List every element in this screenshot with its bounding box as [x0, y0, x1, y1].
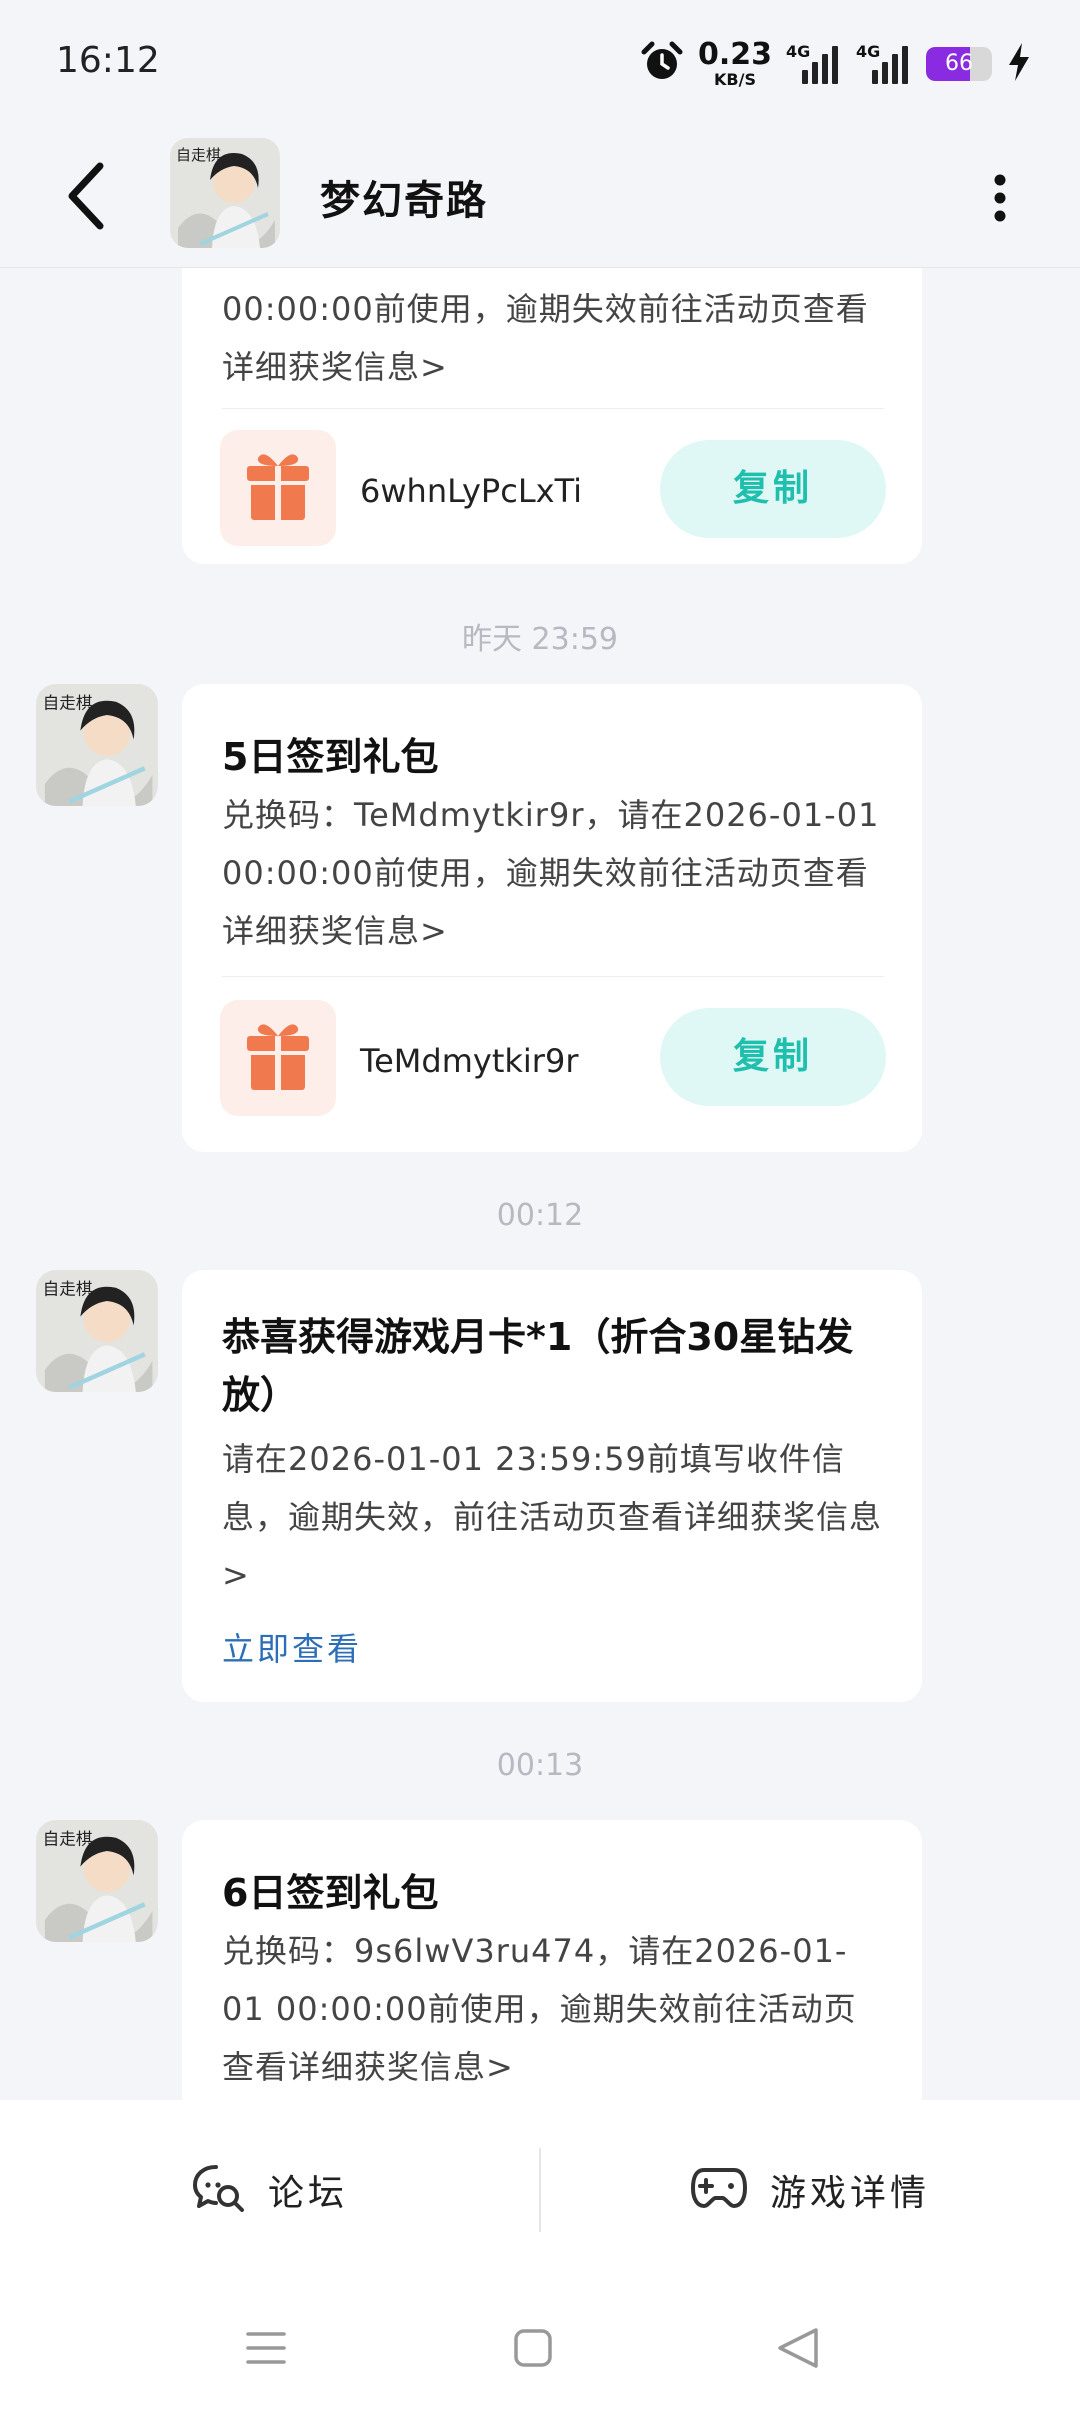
message-card: 5日签到礼包 兑换码：TeMdmytkir9r，请在2026-01-01 00:… — [182, 684, 922, 1152]
copy-button[interactable]: 复制 — [660, 1008, 886, 1106]
back-arrow-icon — [68, 162, 104, 230]
tab-forum-label: 论坛 — [267, 2173, 348, 2214]
svg-text:自走棋: 自走棋 — [43, 693, 93, 712]
home-square-icon — [514, 2329, 552, 2367]
message-text: 00:00:00前使用，逾期失效前往活动页查看详细获奖信息> — [222, 290, 869, 386]
tab-game-details-label: 游戏详情 — [769, 2173, 930, 2214]
message-title: 6日签到礼包 — [222, 1871, 439, 1915]
redeem-code: 6whnLyPcLxTi — [360, 472, 583, 510]
tab-forum[interactable]: 论坛 — [0, 2100, 540, 2280]
home-button[interactable] — [492, 2308, 572, 2388]
message-text: 请在2026-01-01 23:59:59前填写收件信息，逾期失效，前往活动页查… — [222, 1440, 883, 1594]
more-options-button[interactable] — [980, 168, 1020, 228]
tab-game-details[interactable]: 游戏详情 — [540, 2100, 1080, 2280]
signal-icon: 4G — [856, 42, 912, 84]
gift-icon — [220, 1000, 336, 1116]
forum-icon — [192, 2163, 246, 2217]
network-speed: 0.23 KB/S — [697, 37, 772, 89]
back-button[interactable] — [56, 156, 116, 236]
message-text: 兑换码：TeMdmytkir9r，请在2026-01-01 00:00:00前使… — [222, 796, 880, 950]
message-title: 5日签到礼包 — [222, 735, 439, 779]
message-text: 兑换码：9s6lwV3ru474，请在2026-01-01 00:00:00前使… — [222, 1932, 857, 2086]
battery-icon: 66 — [926, 47, 992, 81]
alarm-icon — [640, 40, 684, 88]
svg-text:自走棋: 自走棋 — [43, 1829, 93, 1848]
bottom-tab-bar: 论坛 游戏详情 — [0, 2100, 1080, 2280]
system-nav-bar — [0, 2280, 1080, 2414]
back-triangle-icon — [778, 2328, 818, 2368]
copy-button[interactable]: 复制 — [660, 440, 886, 538]
charging-icon — [1006, 42, 1032, 86]
menu-icon — [246, 2332, 286, 2364]
signal-icon: 4G — [786, 42, 842, 84]
timestamp: 00:12 — [496, 1198, 584, 1233]
message-title: 恭喜获得游戏月卡*1（折合30星钻发放） — [222, 1315, 854, 1417]
view-now-link[interactable]: 立即查看 — [222, 1624, 362, 1670]
timestamp: 00:13 — [496, 1748, 584, 1783]
svg-text:自走棋: 自走棋 — [176, 146, 221, 164]
more-vertical-icon — [994, 174, 1006, 222]
gift-icon — [220, 430, 336, 546]
divider — [222, 408, 884, 409]
message-list[interactable]: 00:00:00前使用，逾期失效前往活动页查看详细获奖信息> 6whnLyPcL… — [0, 268, 1080, 2100]
message-card: 00:00:00前使用，逾期失效前往活动页查看详细获奖信息> 6whnLyPcL… — [182, 268, 922, 564]
gamepad-icon — [690, 2166, 748, 2214]
status-icons: 0.23 KB/S 4G 4G 66 — [640, 36, 1032, 92]
divider — [222, 976, 884, 977]
redeem-code: TeMdmytkir9r — [360, 1042, 579, 1080]
timestamp: 昨天 23:59 — [462, 622, 618, 657]
message-card: 恭喜获得游戏月卡*1（折合30星钻发放） 请在2026-01-01 23:59:… — [182, 1270, 922, 1702]
svg-text:自走棋: 自走棋 — [43, 1279, 93, 1298]
chat-header: 自走棋 梦幻奇路 — [0, 128, 1080, 268]
avatar[interactable]: 自走棋 — [36, 1820, 158, 1942]
message-card: 6日签到礼包 兑换码：9s6lwV3ru474，请在2026-01-01 00:… — [182, 1820, 922, 2100]
status-bar: 16:12 0.23 KB/S 4G 4G 66 — [0, 0, 1080, 128]
game-avatar[interactable]: 自走棋 — [170, 138, 280, 248]
back-nav-button[interactable] — [758, 2308, 838, 2388]
avatar[interactable]: 自走棋 — [36, 1270, 158, 1392]
page-title: 梦幻奇路 — [320, 178, 488, 224]
avatar[interactable]: 自走棋 — [36, 684, 158, 806]
menu-button[interactable] — [226, 2308, 306, 2388]
status-time: 16:12 — [56, 40, 160, 81]
